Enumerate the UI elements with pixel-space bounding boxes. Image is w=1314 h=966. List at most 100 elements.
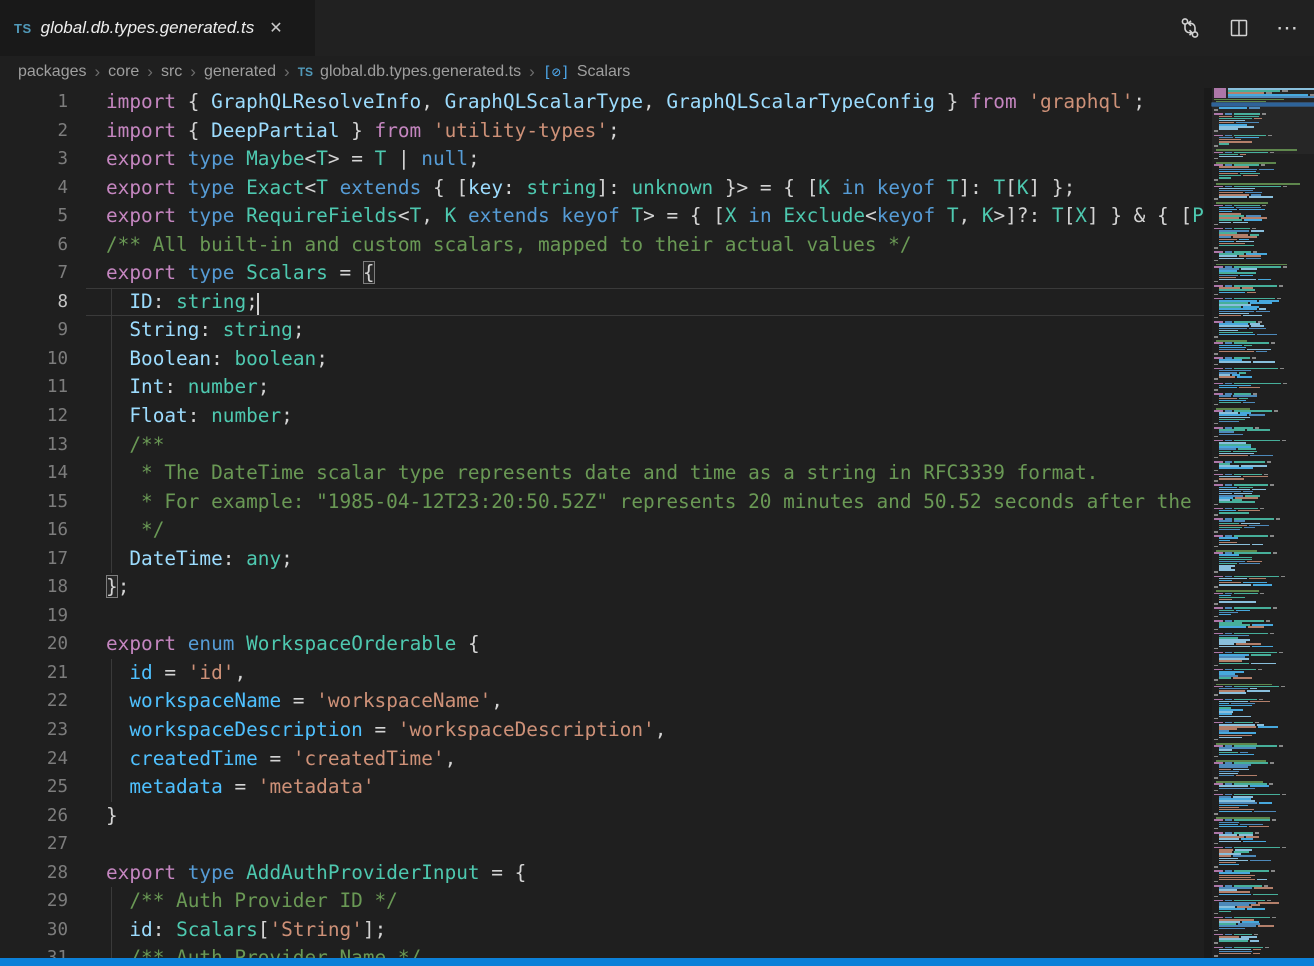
more-actions-icon[interactable]: ⋯	[1276, 23, 1300, 33]
line-number[interactable]: 14	[0, 459, 68, 488]
minimap-segment	[1249, 826, 1269, 828]
open-changes-icon[interactable]	[1178, 16, 1202, 40]
line-number[interactable]: 30	[0, 916, 68, 945]
code-editor[interactable]: 1import { GraphQLResolveInfo, GraphQLSca…	[0, 88, 1314, 958]
code-line[interactable]: 1import { GraphQLResolveInfo, GraphQLSca…	[0, 88, 1204, 117]
minimap-row	[1214, 679, 1220, 681]
code-text: metadata = 'metadata'	[68, 773, 375, 802]
line-number[interactable]: 10	[0, 345, 68, 374]
line-number[interactable]: 5	[0, 202, 68, 231]
code-line[interactable]: 12 Float: number;	[0, 402, 1204, 431]
code-line[interactable]: 18};	[0, 573, 1204, 602]
code-line[interactable]: 30 id: Scalars['String'];	[0, 916, 1204, 945]
line-number[interactable]: 24	[0, 745, 68, 774]
line-number[interactable]: 13	[0, 431, 68, 460]
line-number[interactable]: 8	[0, 288, 68, 317]
code-line[interactable]: 14 * The DateTime scalar type represents…	[0, 459, 1204, 488]
line-number[interactable]: 18	[0, 573, 68, 602]
line-number[interactable]: 26	[0, 802, 68, 831]
minimap-segment	[1257, 334, 1277, 336]
code-line[interactable]: 15 * For example: "1985-04-12T23:20:50.5…	[0, 488, 1204, 517]
code-line[interactable]: 8 ID: string;	[0, 288, 1204, 317]
code-line[interactable]: 20export enum WorkspaceOrderable {	[0, 630, 1204, 659]
line-number[interactable]: 20	[0, 630, 68, 659]
minimap-segment	[1280, 368, 1284, 370]
tab-global-db-types[interactable]: TS global.db.types.generated.ts ✕	[0, 0, 315, 56]
line-number[interactable]: 25	[0, 773, 68, 802]
minimap-segment	[1279, 745, 1283, 747]
line-number[interactable]: 9	[0, 316, 68, 345]
minimap-segment	[1270, 633, 1274, 635]
line-number[interactable]: 28	[0, 859, 68, 888]
code-line[interactable]: 16 */	[0, 516, 1204, 545]
close-icon[interactable]: ✕	[269, 18, 282, 38]
minimap-row	[1214, 336, 1220, 338]
code-line[interactable]: 24 createdTime = 'createdTime',	[0, 745, 1204, 774]
code-line[interactable]: 5export type RequireFields<T, K extends …	[0, 202, 1204, 231]
editor-scrollbar-gutter[interactable]	[1204, 88, 1212, 958]
code-line[interactable]: 17 DateTime: any;	[0, 545, 1204, 574]
code-line[interactable]: 22 workspaceName = 'workspaceName',	[0, 687, 1204, 716]
code-line[interactable]: 10 Boolean: boolean;	[0, 345, 1204, 374]
minimap-segment	[1219, 940, 1248, 942]
minimap-row	[1214, 828, 1220, 830]
line-number[interactable]: 3	[0, 145, 68, 174]
code-line[interactable]: 28export type AddAuthProviderInput = {	[0, 859, 1204, 888]
code-line[interactable]: 19	[0, 602, 1204, 631]
code-line[interactable]: 25 metadata = 'metadata'	[0, 773, 1204, 802]
code-line[interactable]: 6/** All built-in and custom scalars, ma…	[0, 231, 1204, 260]
code-line[interactable]: 9 String: string;	[0, 316, 1204, 345]
line-number[interactable]: 29	[0, 887, 68, 916]
line-number[interactable]: 15	[0, 488, 68, 517]
minimap-row	[1214, 790, 1220, 792]
line-number[interactable]: 6	[0, 231, 68, 260]
code-line[interactable]: 29 /** Auth Provider ID */	[0, 887, 1204, 916]
code-line[interactable]: 31 /** Auth Provider Name */	[0, 944, 1204, 958]
chevron-right-icon: ›	[283, 62, 291, 82]
code-line[interactable]: 3export type Maybe<T> = T | null;	[0, 145, 1204, 174]
line-number[interactable]: 27	[0, 830, 68, 859]
line-number[interactable]: 19	[0, 602, 68, 631]
code-line[interactable]: 4export type Exact<T extends { [key: str…	[0, 174, 1204, 203]
line-number[interactable]: 4	[0, 174, 68, 203]
minimap-segment	[1219, 584, 1251, 586]
code-line[interactable]: 26}	[0, 802, 1204, 831]
line-number[interactable]: 11	[0, 373, 68, 402]
line-number[interactable]: 12	[0, 402, 68, 431]
split-editor-icon[interactable]	[1228, 17, 1250, 39]
code-line[interactable]: 2import { DeepPartial } from 'utility-ty…	[0, 117, 1204, 146]
line-number[interactable]: 17	[0, 545, 68, 574]
code-line[interactable]: 23 workspaceDescription = 'workspaceDesc…	[0, 716, 1204, 745]
code-lines[interactable]: 1import { GraphQLResolveInfo, GraphQLSca…	[0, 88, 1204, 958]
minimap-segment	[1247, 690, 1270, 692]
code-line[interactable]: 13 /**	[0, 431, 1204, 460]
code-line[interactable]: 7export type Scalars = {	[0, 259, 1204, 288]
code-line[interactable]: 27	[0, 830, 1204, 859]
line-number[interactable]: 1	[0, 88, 68, 117]
breadcrumb-symbol[interactable]: Scalars	[577, 63, 630, 81]
minimap-segment	[1271, 870, 1275, 872]
minimap-row	[1214, 281, 1220, 283]
code-text	[68, 830, 106, 859]
line-number[interactable]: 2	[0, 117, 68, 146]
breadcrumb-core[interactable]: core	[108, 63, 139, 81]
breadcrumb-src[interactable]: src	[161, 63, 182, 81]
minimap-segment	[1241, 268, 1258, 270]
line-number[interactable]: 21	[0, 659, 68, 688]
line-number[interactable]: 23	[0, 716, 68, 745]
code-line[interactable]: 21 id = 'id',	[0, 659, 1204, 688]
minimap-segment	[1219, 467, 1253, 469]
line-number[interactable]: 7	[0, 259, 68, 288]
line-number[interactable]: 22	[0, 687, 68, 716]
minimap[interactable]	[1212, 88, 1314, 958]
minimap-segment	[1214, 404, 1218, 406]
line-number[interactable]: 31	[0, 944, 68, 958]
line-number[interactable]: 16	[0, 516, 68, 545]
minimap-segment	[1253, 584, 1272, 586]
breadcrumb-packages[interactable]: packages	[18, 63, 87, 81]
code-line[interactable]: 11 Int: number;	[0, 373, 1204, 402]
minimap-row	[1214, 224, 1220, 226]
breadcrumb-generated[interactable]: generated	[204, 63, 276, 81]
minimap-row	[1219, 940, 1261, 942]
breadcrumb-file[interactable]: global.db.types.generated.ts	[320, 63, 521, 81]
